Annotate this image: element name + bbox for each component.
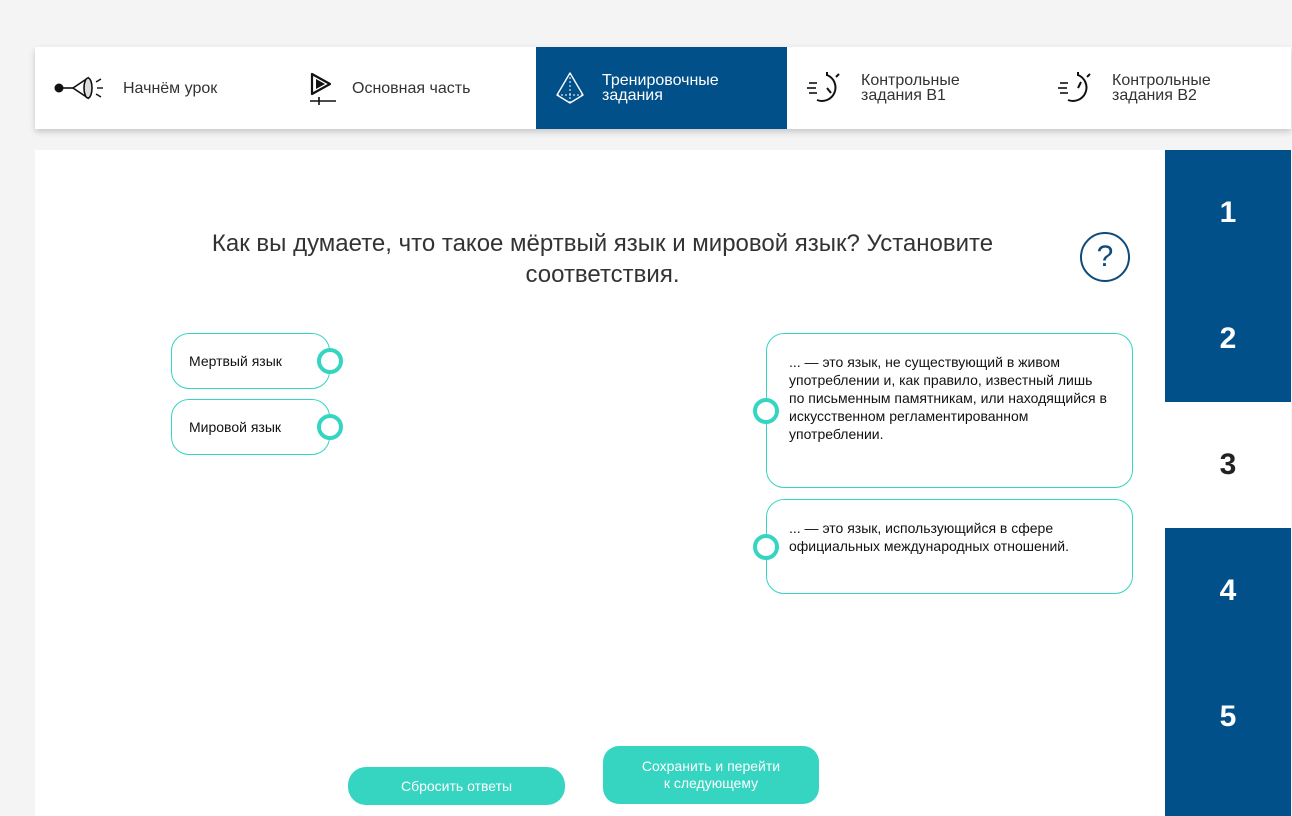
- step-1[interactable]: 1: [1165, 150, 1291, 276]
- reset-answers-button[interactable]: Сбросить ответы: [348, 767, 565, 805]
- tab-main-part[interactable]: Основная часть: [276, 47, 536, 129]
- tab-training-tasks[interactable]: Тренировочные задания: [536, 47, 787, 129]
- save-and-next-button[interactable]: Сохранить и перейти к следующему: [603, 746, 819, 804]
- tab-start-lesson[interactable]: Начнём урок: [35, 47, 276, 129]
- definition-card[interactable]: ... — это язык, использующийся в сфере о…: [753, 499, 1133, 594]
- task-steps: 1 2 3 4 5: [1165, 150, 1291, 816]
- connector-handle[interactable]: [753, 534, 779, 560]
- tab-label: Контрольные задания В2: [1112, 72, 1211, 104]
- lesson-navigation: Начнём урок Основная часть Тренировочные…: [35, 47, 1291, 129]
- pyramid-icon: [554, 71, 586, 105]
- help-button[interactable]: ?: [1080, 232, 1130, 282]
- stopwatch-icon: [1058, 71, 1094, 105]
- step-2[interactable]: 2: [1165, 276, 1291, 402]
- play-icon: [306, 70, 338, 106]
- tab-label: Основная часть: [352, 79, 471, 97]
- step-3[interactable]: 3: [1165, 402, 1291, 528]
- megaphone-icon: [53, 73, 109, 103]
- term-dead-language[interactable]: Мертвый язык: [171, 333, 343, 389]
- stopwatch-icon: [807, 71, 843, 105]
- term-world-language[interactable]: Мировой язык: [171, 399, 343, 455]
- tab-control-tasks-b1[interactable]: Контрольные задания В1: [787, 47, 1038, 129]
- connector-handle[interactable]: [317, 414, 343, 440]
- tab-label: Тренировочные задания: [602, 72, 719, 104]
- tab-label: Начнём урок: [123, 79, 218, 97]
- tab-control-tasks-b2[interactable]: Контрольные задания В2: [1038, 47, 1291, 129]
- step-filler: [1165, 780, 1291, 816]
- step-5[interactable]: 5: [1165, 654, 1291, 780]
- step-4[interactable]: 4: [1165, 528, 1291, 654]
- connector-handle[interactable]: [753, 398, 779, 424]
- term-label: Мировой язык: [189, 419, 282, 435]
- question-text: Как вы думаете, что такое мёртвый язык и…: [211, 230, 994, 288]
- definition-card[interactable]: ... — это язык, не существующий в живом …: [753, 333, 1133, 488]
- connector-handle[interactable]: [317, 348, 343, 374]
- tab-label: Контрольные задания В1: [861, 72, 960, 104]
- definition-text: ... — это язык, не существующий в живом …: [789, 354, 1107, 442]
- question-mark-icon: ?: [1096, 240, 1114, 273]
- task-panel: Как вы думаете, что такое мёртвый язык и…: [35, 150, 1165, 816]
- definition-text: ... — это язык, использующийся в сфере о…: [789, 520, 1070, 554]
- term-label: Мертвый язык: [189, 353, 282, 369]
